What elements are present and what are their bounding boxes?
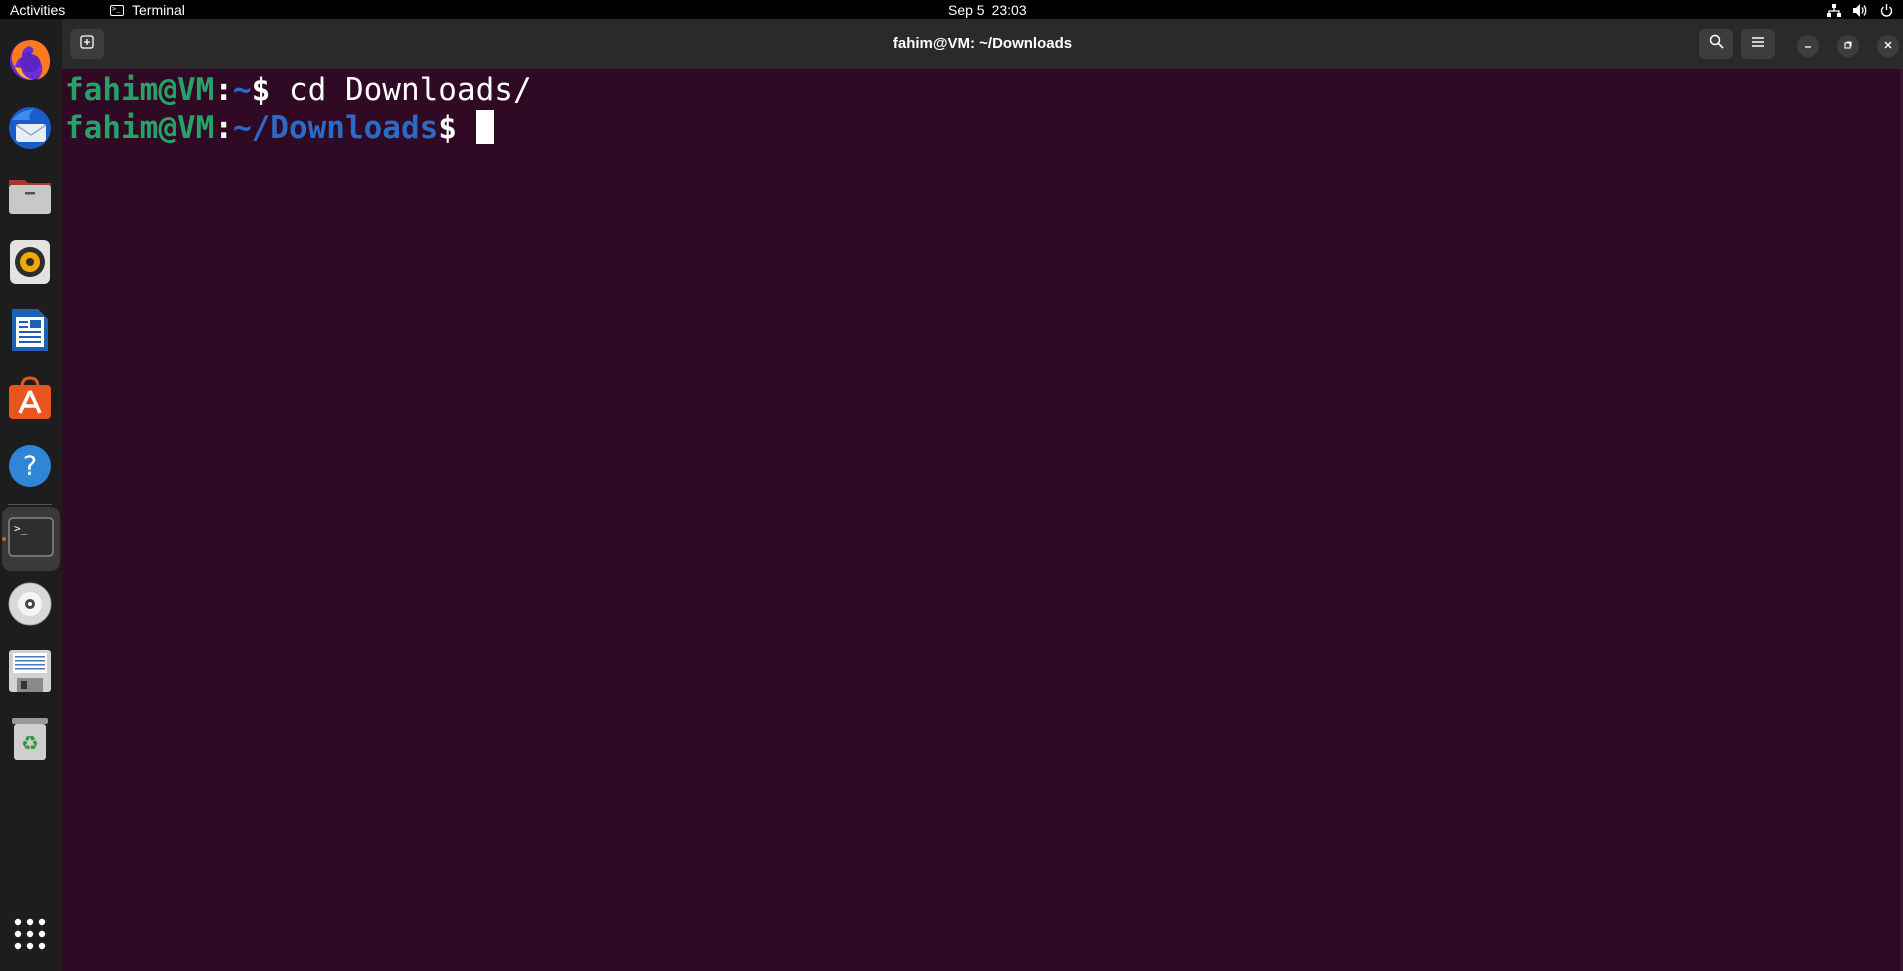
dock-item-terminal[interactable]: >_ [2, 507, 60, 571]
dock-item-firefox[interactable] [0, 30, 60, 94]
command-text: cd Downloads/ [270, 72, 532, 108]
network-icon[interactable] [1827, 3, 1841, 17]
svg-text:♻: ♻ [21, 731, 39, 755]
show-apps-button[interactable] [0, 904, 60, 968]
prompt-colon: : [214, 110, 233, 146]
search-button[interactable] [1699, 29, 1733, 59]
power-icon[interactable] [1880, 3, 1893, 17]
restore-button[interactable] [1837, 35, 1859, 57]
new-tab-button[interactable] [70, 29, 104, 59]
system-tray[interactable] [1827, 1, 1893, 19]
prompt-path: ~ [232, 72, 252, 108]
app-menu-terminal[interactable]: >_ Terminal [110, 1, 185, 19]
window-headerbar[interactable]: fahim@VM: ~/Downloads [62, 19, 1903, 69]
dock-item-files[interactable] [0, 165, 60, 229]
dock-item-rhythmbox[interactable] [0, 232, 60, 296]
prompt-colon: : [214, 72, 233, 108]
firefox-icon [7, 37, 53, 88]
terminal-line: fahim@VM:~$ cd Downloads/ [65, 71, 1903, 109]
help-question-icon: ? [7, 443, 53, 494]
minimize-icon [1803, 37, 1813, 55]
terminal-window: fahim@VM: ~/Downloads fahim@VM:~$ cd Dow… [62, 19, 1903, 971]
svg-text:?: ? [23, 451, 37, 482]
prompt-user-host: fahim@VM [65, 72, 215, 108]
minimize-button[interactable] [1797, 35, 1819, 57]
running-indicator [2, 537, 6, 541]
prompt-dollar: $ [438, 110, 457, 146]
dock-item-help[interactable]: ? [0, 436, 60, 500]
files-folder-icon [7, 172, 53, 223]
terminal-small-icon: >_ [110, 4, 124, 16]
search-icon [1709, 34, 1724, 54]
thunderbird-mail-icon [6, 104, 54, 157]
clock-date: Sep 5 [948, 2, 985, 18]
top-bar: Activities >_ Terminal Sep 5 23:03 [0, 0, 1903, 19]
clock[interactable]: Sep 5 23:03 [948, 1, 1027, 19]
new-tab-icon [80, 34, 94, 54]
terminal-icon: >_ [8, 516, 54, 562]
hamburger-icon [1751, 35, 1765, 53]
dock-item-thunderbird[interactable] [0, 98, 60, 162]
floppy-drive-icon [7, 648, 53, 699]
dock-item-writer[interactable] [0, 300, 60, 364]
prompt-dollar: $ [251, 72, 271, 108]
dock-item-trash[interactable]: ♻ [0, 709, 60, 773]
activities-button[interactable]: Activities [10, 1, 65, 19]
dock-item-drive[interactable] [0, 641, 60, 705]
svg-text:>_: >_ [14, 522, 28, 535]
close-icon [1883, 37, 1893, 55]
writer-document-icon [10, 307, 50, 358]
dock: ? >_ ♻ [0, 19, 62, 971]
app-menu-label: Terminal [132, 2, 185, 18]
command-input[interactable] [457, 110, 476, 146]
clock-time: 23:03 [991, 2, 1027, 18]
terminal-output[interactable]: fahim@VM:~$ cd Downloads/ fahim@VM:~/Dow… [62, 69, 1903, 971]
terminal-line: fahim@VM:~/Downloads$ [65, 109, 1903, 147]
prompt-path: ~/Downloads [232, 110, 439, 146]
hamburger-menu-button[interactable] [1741, 29, 1775, 59]
software-store-icon [7, 375, 53, 426]
restore-icon [1843, 37, 1853, 55]
dock-item-disc[interactable] [0, 574, 60, 638]
window-title: fahim@VM: ~/Downloads [892, 35, 1073, 52]
show-apps-grid-icon [13, 917, 47, 956]
dock-separator [8, 504, 52, 505]
prompt-user-host: fahim@VM [65, 110, 215, 146]
close-button[interactable] [1877, 35, 1899, 57]
text-cursor [475, 110, 494, 144]
optical-disc-icon [7, 581, 53, 632]
rhythmbox-speaker-icon [8, 239, 52, 290]
recycle-bin-icon: ♻ [9, 716, 51, 767]
dock-item-software[interactable] [0, 368, 60, 432]
volume-icon[interactable] [1853, 3, 1868, 17]
